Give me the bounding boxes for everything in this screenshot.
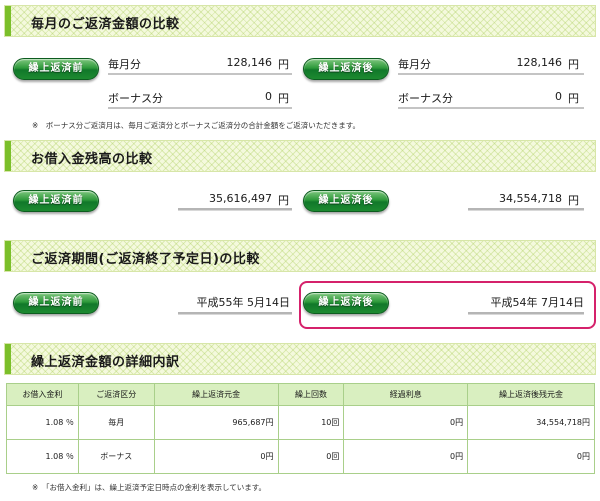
section-header-period: ご返済期間(ご返済終了予定日)の比較 (4, 240, 596, 272)
cell-prepayment-count: 0回 (277, 439, 345, 474)
cell-interest-rate: 1.08 ％ (6, 439, 79, 474)
bonus-unit-before: 円 (278, 92, 289, 105)
table-header-row: お借入金利 ご返済区分 繰上返済元金 繰上回数 経過利息 繰上返済後残元金 (6, 383, 595, 406)
detail-table: お借入金利 ご返済区分 繰上返済元金 繰上回数 経過利息 繰上返済後残元金 1.… (6, 383, 595, 474)
balance-unit-after: 円 (568, 194, 579, 207)
balance-value-after: 34,554,718 (499, 192, 562, 205)
header-prepayment-count: 繰上回数 (277, 383, 345, 406)
cell-accrued-interest: 0円 (343, 439, 469, 474)
cell-payment-type: 毎月 (77, 405, 155, 440)
period-rule-before (178, 312, 292, 315)
section-title-balance: お借入金残高の比較 (31, 152, 153, 167)
header-prepayment-principal: 繰上返済元金 (153, 383, 279, 406)
cell-accrued-interest: 0円 (343, 405, 469, 440)
bonus-value-before: 0 (265, 90, 272, 103)
period-value-after: 平成54年 7月14日 (490, 296, 585, 309)
cell-prepayment-principal: 965,687円 (153, 405, 279, 440)
before-prepayment-button-balance[interactable]: 繰上返済前 (13, 190, 99, 212)
balance-rule-after (468, 208, 584, 211)
monthly-unit-before: 円 (278, 58, 289, 71)
cell-prepayment-count: 10回 (277, 405, 345, 440)
after-prepayment-button-period[interactable]: 繰上返済後 (303, 292, 389, 314)
header-accrued-interest: 経過利息 (343, 383, 469, 406)
before-prepayment-button-monthly[interactable]: 繰上返済前 (13, 58, 99, 80)
interest-rate-note: ※ 「お借入金利」は、繰上返済予定日時点の金利を表示しています。 (32, 483, 267, 492)
monthly-value-before: 128,146 (226, 56, 273, 69)
section-header-detail: 繰上返済金額の詳細内訳 (4, 343, 596, 375)
period-rule-after (468, 312, 584, 315)
bonus-value-after: 0 (555, 90, 562, 103)
bonus-label-after: ボーナス分 (398, 92, 453, 105)
section-header-balance: お借入金残高の比較 (4, 140, 596, 172)
cell-payment-type: ボーナス (77, 439, 155, 474)
monthly-rule-before (108, 73, 292, 75)
cell-remaining-principal: 34,554,718円 (467, 405, 595, 440)
monthly-unit-after: 円 (568, 58, 579, 71)
monthly-rule-after (398, 73, 584, 75)
section-title-period: ご返済期間(ご返済終了予定日)の比較 (31, 252, 260, 267)
table-row: 1.08 ％ 毎月 965,687円 10回 0円 34,554,718円 (6, 405, 595, 440)
section-header-monthly: 毎月のご返済金額の比較 (4, 5, 596, 37)
cell-interest-rate: 1.08 ％ (6, 405, 79, 440)
monthly-value-after: 128,146 (516, 56, 563, 69)
balance-rule-before (178, 208, 292, 211)
header-remaining-principal: 繰上返済後残元金 (467, 383, 595, 406)
monthly-label-before: 毎月分 (108, 58, 141, 71)
cell-remaining-principal: 0円 (467, 439, 595, 474)
bonus-label-before: ボーナス分 (108, 92, 163, 105)
bonus-unit-after: 円 (568, 92, 579, 105)
header-interest-rate: お借入金利 (6, 383, 79, 406)
bonus-rule-before (108, 107, 292, 109)
bonus-note: ※ ボーナス分ご返済月は、毎月ご返済分とボーナスご返済分の合計金額をご返済いただ… (32, 121, 361, 130)
before-prepayment-button-period[interactable]: 繰上返済前 (13, 292, 99, 314)
section-title-monthly: 毎月のご返済金額の比較 (31, 17, 180, 32)
table-row: 1.08 ％ ボーナス 0円 0回 0円 0円 (6, 439, 595, 474)
bonus-rule-after (398, 107, 584, 109)
period-value-before: 平成55年 5月14日 (196, 296, 291, 309)
after-prepayment-button-balance[interactable]: 繰上返済後 (303, 190, 389, 212)
monthly-label-after: 毎月分 (398, 58, 431, 71)
balance-unit-before: 円 (278, 194, 289, 207)
header-payment-type: ご返済区分 (77, 383, 155, 406)
cell-prepayment-principal: 0円 (153, 439, 279, 474)
section-title-detail: 繰上返済金額の詳細内訳 (31, 355, 180, 370)
balance-value-before: 35,616,497 (209, 192, 272, 205)
after-prepayment-button-monthly[interactable]: 繰上返済後 (303, 58, 389, 80)
